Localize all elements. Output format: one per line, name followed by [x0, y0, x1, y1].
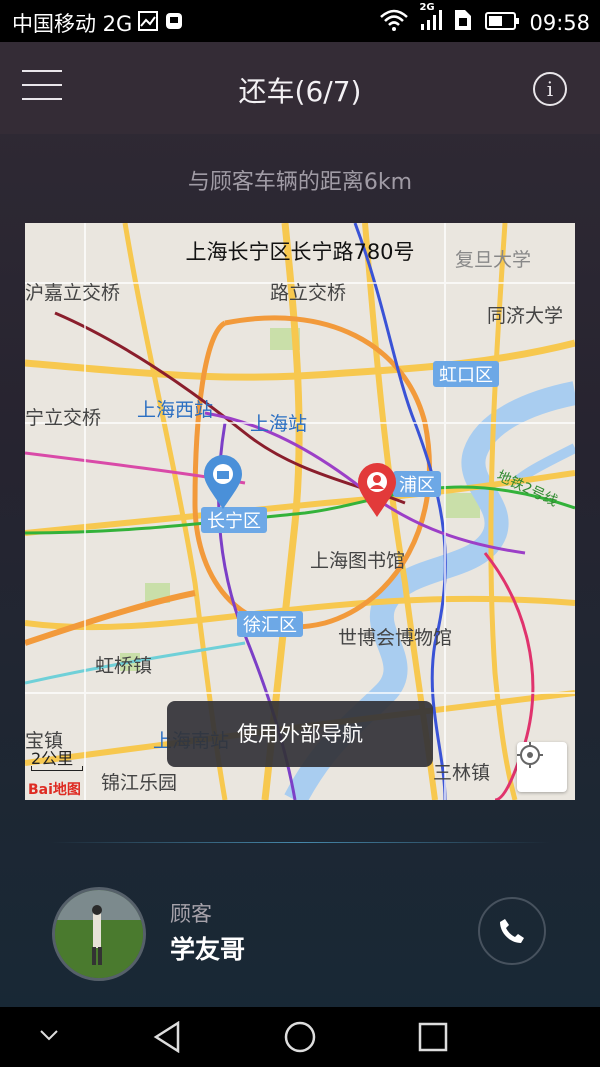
back-icon[interactable]: [152, 1020, 182, 1057]
baidu-map-logo: Bai地图: [28, 782, 81, 798]
clock: 09:58: [529, 10, 590, 35]
external-navigation-button[interactable]: 使用外部导航: [167, 701, 433, 767]
district-hongkou: 虹口区: [433, 361, 499, 387]
map-scale-bar: [31, 766, 83, 771]
system-navigation-bar: [0, 1007, 600, 1067]
chevron-down-icon[interactable]: [38, 1027, 60, 1047]
network-badge: 2G: [419, 2, 435, 13]
map-label-expo-museum: 世博会博物馆: [338, 627, 453, 649]
wifi-icon: [379, 9, 409, 36]
home-icon[interactable]: [284, 1021, 316, 1057]
map-label-library: 上海图书馆: [310, 550, 406, 572]
map-label-fudan: 复旦大学: [455, 249, 532, 271]
signal-icon: 2G: [419, 2, 443, 36]
info-icon[interactable]: i: [533, 72, 567, 106]
map-label-zhongshan-ramp: 路立交桥: [270, 282, 347, 304]
battery-icon: [485, 11, 520, 35]
map-label-hongqiao: 虹桥镇: [95, 655, 153, 677]
sim-icon: [453, 8, 475, 37]
customer-label: 顾客: [170, 902, 212, 926]
customer-avatar: [52, 887, 146, 981]
map-label-ningli-ramp: 宁立交桥: [25, 407, 102, 429]
carrier-text: 中国移动 2G: [12, 12, 133, 36]
customer-name: 学友哥: [170, 935, 246, 964]
status-bar: 中国移动 2G 2G 09:58: [0, 0, 600, 42]
map-label-tongji: 同济大学: [487, 305, 564, 327]
district-xuhui: 徐汇区: [237, 611, 303, 637]
map-view[interactable]: 上海长宁区长宁路780号 复旦大学 同济大学 沪嘉立交桥 路立交桥 宁立交桥 上…: [25, 223, 575, 800]
map-label-jiading-ramp: 沪嘉立交桥: [25, 282, 121, 304]
picture-icon: [138, 10, 159, 36]
recents-icon[interactable]: [418, 1022, 448, 1056]
map-label-shanghai-station: 上海站: [250, 413, 308, 435]
map-label-sanlin: 三林镇: [433, 762, 491, 784]
district-changning: 长宁区: [201, 507, 267, 533]
distance-text: 与顾客车辆的距离6km: [187, 170, 413, 195]
notification-icon: [164, 11, 184, 36]
map-label-shanghai-west: 上海西站: [137, 399, 214, 421]
page-title: 还车(6/7): [238, 75, 362, 108]
phone-icon[interactable]: [478, 897, 546, 965]
section-divider: [50, 842, 550, 843]
district-huangpu: 浦区: [393, 471, 441, 497]
locate-icon[interactable]: [517, 742, 567, 792]
app-header: 还车(6/7) i: [0, 42, 600, 134]
map-label-jinjiang: 锦江乐园: [101, 772, 178, 794]
